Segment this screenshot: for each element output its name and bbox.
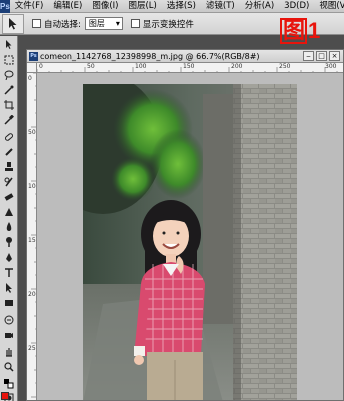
window-controls: ‒ □ × [303, 51, 340, 61]
healing-brush-tool-icon[interactable] [2, 131, 15, 143]
figure-label-number: 1 [308, 18, 320, 43]
menu-filter[interactable]: 滤镜(T) [201, 0, 240, 13]
horizontal-ruler[interactable]: 0 50 100 150 200 250 300 [37, 63, 343, 73]
lasso-tool-icon[interactable] [2, 69, 15, 81]
menu-select[interactable]: 选择(S) [162, 0, 201, 13]
current-tool-move-icon[interactable] [2, 13, 24, 34]
document-title-bar[interactable]: Ps comeon_1142768_12398998_m.jpg @ 66.7%… [27, 50, 343, 63]
document-window: Ps comeon_1142768_12398998_m.jpg @ 66.7%… [26, 49, 344, 401]
history-brush-tool-icon[interactable] [2, 176, 15, 188]
canvas-area[interactable] [38, 74, 342, 400]
marquee-tool-icon[interactable] [2, 54, 15, 66]
menu-3d[interactable]: 3D(D) [279, 0, 314, 13]
auto-select-label: 自动选择: [44, 19, 81, 30]
figure-label-char: 图 [280, 18, 308, 44]
path-selection-tool-icon[interactable] [2, 282, 15, 294]
photo-girl-by-wall[interactable] [83, 84, 297, 400]
show-transform-checkbox[interactable] [130, 19, 140, 28]
move-tool-icon[interactable] [2, 39, 15, 51]
ruler-corner[interactable] [27, 63, 37, 73]
blur-tool-icon[interactable] [2, 221, 15, 233]
auto-select-checkbox[interactable] [32, 19, 41, 28]
brush-tool-icon[interactable] [2, 146, 15, 158]
menu-file[interactable]: 文件(F) [10, 0, 49, 13]
maximize-button[interactable]: □ [316, 51, 327, 61]
magic-wand-tool-icon[interactable] [2, 84, 15, 96]
auto-select-dropdown[interactable]: 图层 [84, 17, 123, 30]
eyedropper-tool-icon[interactable] [2, 114, 15, 126]
show-transform-label: 显示变换控件 [142, 19, 194, 30]
photoshop-doc-icon: Ps [29, 52, 38, 61]
3d-rotate-tool-icon[interactable] [2, 314, 15, 326]
clone-stamp-tool-icon[interactable] [2, 161, 15, 173]
document-title: comeon_1142768_12398998_m.jpg @ 66.7%(RG… [40, 52, 260, 61]
menu-layer[interactable]: 图层(L) [123, 0, 161, 13]
menu-view[interactable]: 视图(V) [314, 0, 344, 13]
close-button[interactable]: × [329, 51, 340, 61]
minimize-button[interactable]: ‒ [303, 51, 314, 61]
figure-label: 图1 [280, 17, 338, 45]
gradient-tool-icon[interactable] [2, 206, 15, 218]
menu-edit[interactable]: 编辑(E) [48, 0, 87, 13]
menu-bar: Ps 文件(F) 编辑(E) 图像(I) 图层(L) 选择(S) 滤镜(T) 分… [0, 0, 344, 13]
vertical-ruler[interactable]: 0 50 100 150 200 250 [27, 73, 37, 400]
photoshop-logo: Ps [0, 0, 10, 13]
foreground-color-swatch[interactable] [1, 392, 9, 400]
eraser-tool-icon[interactable] [2, 191, 15, 203]
menu-analysis[interactable]: 分析(A) [240, 0, 279, 13]
zoom-tool-icon[interactable] [2, 361, 15, 373]
default-colors-icon[interactable] [2, 378, 15, 390]
pen-tool-icon[interactable] [2, 252, 15, 264]
hand-tool-icon[interactable] [2, 346, 15, 358]
tools-panel [0, 36, 18, 401]
type-tool-icon[interactable] [2, 267, 15, 279]
menu-image[interactable]: 图像(I) [87, 0, 123, 13]
dodge-tool-icon[interactable] [2, 236, 15, 248]
crop-tool-icon[interactable] [2, 99, 15, 111]
rectangle-tool-icon[interactable] [2, 297, 15, 309]
3d-camera-tool-icon[interactable] [2, 329, 15, 341]
